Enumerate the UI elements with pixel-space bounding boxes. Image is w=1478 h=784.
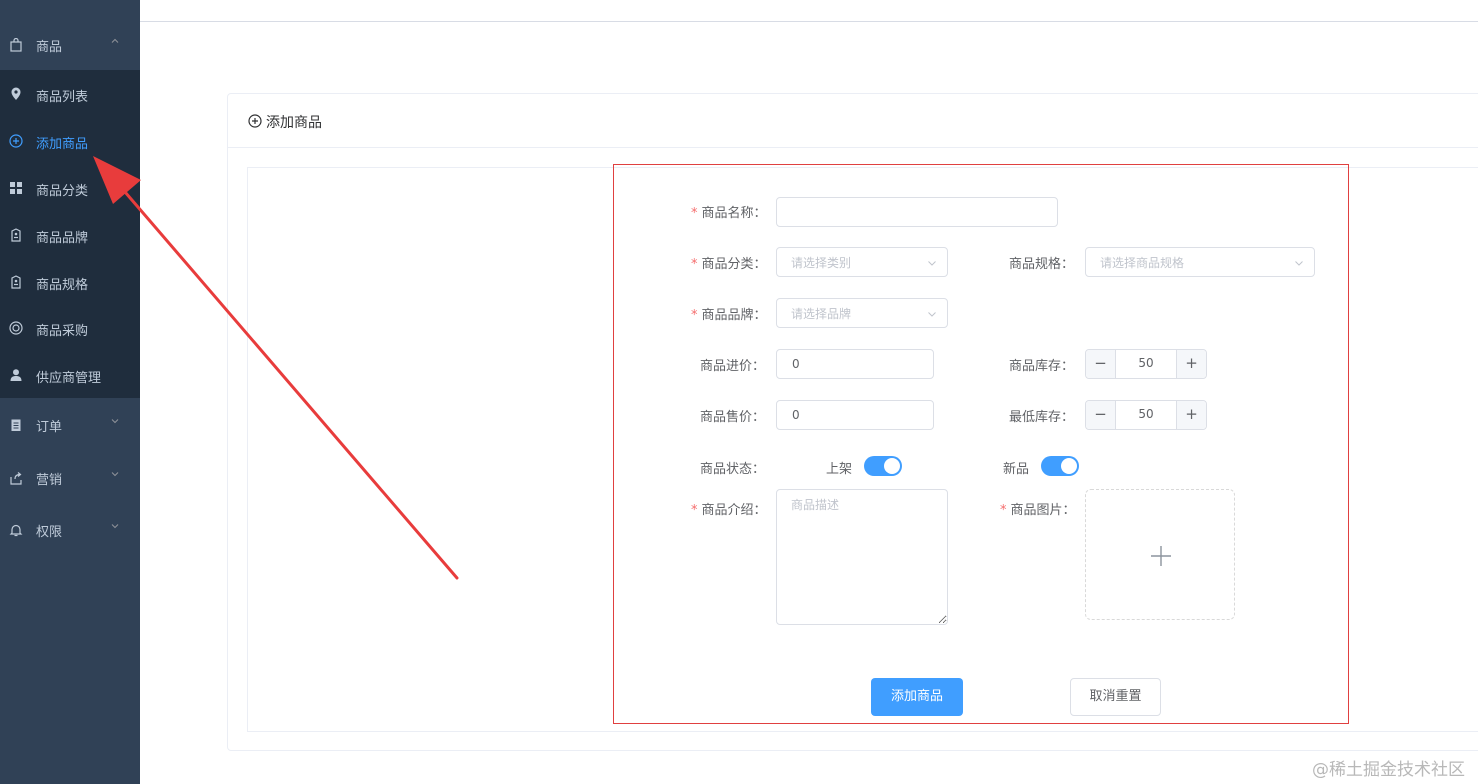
on-shelf-switch[interactable] (864, 456, 902, 476)
required-mark: * (1000, 503, 1007, 518)
select-placeholder: 请选择类别 (791, 256, 852, 270)
sidebar-item-label: 商品采购 (36, 324, 89, 339)
sidebar-item-goods-purchase[interactable]: 商品采购 (0, 305, 140, 352)
circle-plus-icon (9, 134, 23, 148)
sidebar-group-order[interactable]: 订单 (0, 400, 140, 450)
intro-textarea[interactable] (776, 489, 948, 625)
sidebar-item-goods-brand[interactable]: 商品品牌 (0, 212, 140, 259)
chevron-up-icon (111, 38, 119, 43)
sale-price-input[interactable] (776, 400, 934, 430)
select-placeholder: 请选择品牌 (791, 307, 852, 321)
goods-brand-select[interactable]: 请选择品牌 (776, 298, 948, 328)
sidebar-item-goods-category[interactable]: 商品分类 (0, 165, 140, 212)
min-stock-increment-button[interactable]: + (1176, 401, 1206, 429)
circle-plus-icon (248, 114, 262, 128)
required-mark: * (691, 308, 698, 323)
min-stock-decrement-button[interactable]: − (1086, 401, 1116, 429)
sidebar-item-label: 商品列表 (36, 90, 89, 105)
chevron-down-icon (928, 312, 936, 317)
sidebar-item-supplier[interactable]: 供应商管理 (0, 352, 140, 399)
required-mark: * (691, 206, 698, 221)
user-icon (10, 369, 22, 381)
sidebar-item-label: 商品分类 (36, 184, 89, 199)
switch-knob (1061, 458, 1077, 474)
sidebar-group-label: 权限 (36, 525, 63, 540)
min-stock-label: 最低库存： (1009, 410, 1075, 425)
sidebar-group-label: 订单 (36, 420, 63, 435)
new-label: 新品 (1003, 462, 1030, 477)
intro-label: * 商品介绍： (691, 503, 767, 518)
goods-name-label: * 商品名称： (691, 206, 767, 221)
goods-name-input[interactable] (776, 197, 1058, 227)
image-uploader[interactable] (1085, 489, 1235, 620)
sidebar-group-permission[interactable]: 权限 (0, 505, 140, 555)
bag-icon (10, 38, 22, 52)
cancel-reset-button[interactable]: 取消重置 (1070, 678, 1161, 716)
sidebar-item-label: 商品规格 (36, 278, 89, 293)
tag-icon (11, 228, 21, 242)
new-goods-switch[interactable] (1041, 456, 1079, 476)
add-goods-button[interactable]: 添加商品 (871, 678, 963, 716)
on-shelf-label: 上架 (826, 462, 853, 477)
bell-icon (9, 524, 23, 537)
sidebar-item-add-goods[interactable]: 添加商品 (0, 118, 140, 165)
switch-knob (884, 458, 900, 474)
sidebar-item-label: 商品品牌 (36, 231, 89, 246)
card-header: 添加商品 (228, 94, 1478, 148)
sidebar-item-goods-list[interactable]: 商品列表 (0, 71, 140, 118)
stock-decrement-button[interactable]: − (1086, 350, 1116, 378)
sidebar-submenu-goods: 商品列表 添加商品 商品分类 商品品牌 商品规格 商品采购 供应商管理 (0, 70, 140, 398)
card-title: 添加商品 (266, 115, 322, 131)
min-stock-stepper[interactable]: − 50 + (1085, 400, 1207, 430)
tag-icon (11, 275, 21, 289)
image-label: * 商品图片： (1000, 503, 1076, 518)
app-root: 商品 商品列表 添加商品 商品分类 商品品牌 商品规格 商品采购 供应商管理 订… (0, 0, 1478, 784)
clipboard-icon (11, 419, 21, 431)
sidebar-group-label: 商品 (36, 40, 63, 55)
min-stock-value[interactable]: 50 (1117, 407, 1175, 421)
status-label: 商品状态： (700, 462, 766, 477)
sidebar-item-label: 添加商品 (36, 137, 89, 152)
sidebar-group-goods[interactable]: 商品 (0, 20, 140, 70)
sidebar-item-label: 供应商管理 (36, 371, 102, 386)
location-pin-icon (11, 87, 21, 100)
top-navbar (140, 0, 1478, 22)
sidebar: 商品 商品列表 添加商品 商品分类 商品品牌 商品规格 商品采购 供应商管理 订… (0, 0, 140, 784)
stock-label: 商品库存： (1009, 359, 1075, 374)
chevron-down-icon (111, 472, 119, 477)
goods-spec-label: 商品规格： (1009, 257, 1075, 272)
sidebar-group-marketing[interactable]: 营销 (0, 453, 140, 503)
goods-category-select[interactable]: 请选择类别 (776, 247, 948, 277)
share-icon (10, 472, 22, 485)
required-mark: * (691, 257, 698, 272)
chevron-down-icon (111, 419, 119, 424)
stock-stepper[interactable]: − 50 + (1085, 349, 1207, 379)
cost-price-label: 商品进价： (700, 359, 766, 374)
cost-price-input[interactable] (776, 349, 934, 379)
goods-category-label: * 商品分类： (691, 257, 767, 272)
sale-price-label: 商品售价： (700, 410, 766, 425)
grid-icon (10, 182, 22, 194)
goods-brand-label: * 商品品牌： (691, 308, 767, 323)
required-mark: * (691, 503, 698, 518)
sidebar-group-label: 营销 (36, 473, 63, 488)
select-placeholder: 请选择商品规格 (1100, 256, 1185, 270)
plus-icon (1151, 546, 1171, 566)
stock-increment-button[interactable]: + (1176, 350, 1206, 378)
target-icon (9, 321, 23, 335)
chevron-down-icon (928, 261, 936, 266)
chevron-down-icon (111, 524, 119, 529)
sidebar-item-goods-spec[interactable]: 商品规格 (0, 259, 140, 306)
watermark: @稀土掘金技术社区 (1312, 760, 1465, 780)
goods-spec-select[interactable]: 请选择商品规格 (1085, 247, 1315, 277)
chevron-down-icon (1295, 261, 1303, 266)
stock-value[interactable]: 50 (1117, 356, 1175, 370)
